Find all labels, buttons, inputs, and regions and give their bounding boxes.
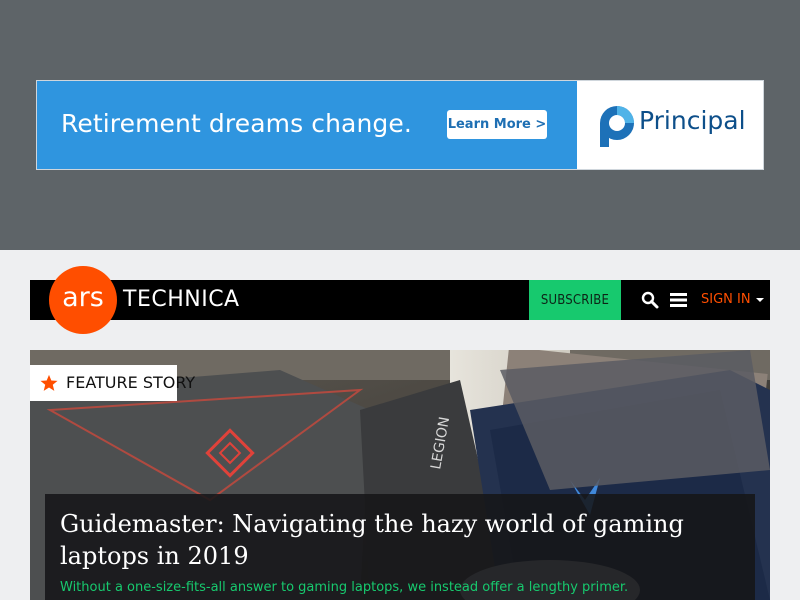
subscribe-button[interactable]: SUBSCRIBE (529, 280, 621, 320)
star-icon (40, 374, 58, 391)
search-icon[interactable] (641, 291, 659, 309)
chevron-down-icon (755, 298, 764, 302)
sign-in-link[interactable]: SIGN IN (701, 290, 764, 310)
sign-in-label: SIGN IN (701, 292, 751, 307)
feature-headline-box: Guidemaster: Navigating the hazy world o… (45, 494, 755, 600)
ad-area: Retirement dreams change. Learn More > P… (0, 0, 800, 250)
feature-headline[interactable]: Guidemaster: Navigating the hazy world o… (60, 508, 750, 572)
ad-logo-panel: Principal (577, 81, 763, 169)
ad-banner[interactable]: Retirement dreams change. Learn More > P… (36, 80, 764, 170)
feature-story-tag[interactable]: FEATURE STORY (30, 365, 195, 401)
site-logo-ars[interactable]: ars (55, 283, 111, 313)
feature-dek: Without a one-size-fits-all answer to ga… (60, 580, 629, 595)
ad-learn-more-button[interactable]: Learn More > (447, 110, 547, 139)
site-logo-technica[interactable]: TECHNICA (123, 286, 240, 314)
hamburger-menu-icon[interactable] (670, 292, 687, 308)
ad-brand-name: Principal (639, 106, 746, 135)
ad-headline: Retirement dreams change. (61, 109, 412, 138)
feature-story-label: FEATURE STORY (66, 373, 196, 392)
principal-logo-icon (600, 106, 634, 147)
